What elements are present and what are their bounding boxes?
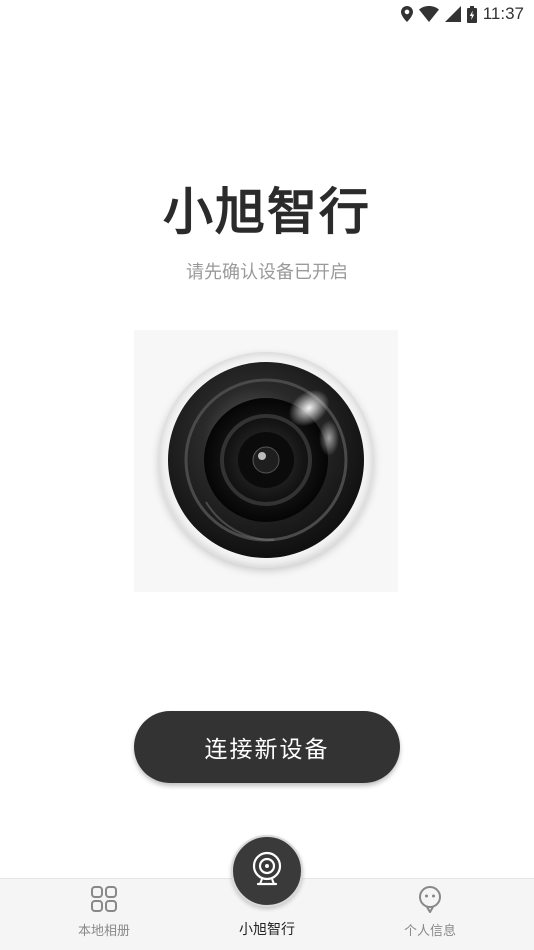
nav-item-profile[interactable]: 个人信息: [360, 879, 500, 950]
location-icon: [400, 6, 413, 22]
home-screen: 11:37 小旭智行 请先确认设备已开启 连接新设备 本地相册 小旭智行 个人信…: [0, 0, 534, 950]
nav-label-profile: 个人信息: [403, 924, 456, 939]
app-title: 小旭智行: [163, 183, 371, 241]
camera-lens-illustration: [134, 330, 398, 592]
battery-icon: [466, 5, 477, 23]
camera-lens-icon: [158, 352, 374, 568]
status-time: 11:37: [482, 4, 524, 23]
nav-label-local-album: 本地相册: [77, 924, 130, 939]
home-fab-button[interactable]: [231, 835, 303, 907]
connect-new-device-button[interactable]: 连接新设备: [134, 711, 400, 783]
device-prompt-subtitle: 请先确认设备已开启: [186, 262, 348, 283]
signal-icon: [444, 6, 461, 22]
status-bar: 11:37: [0, 0, 534, 28]
grid-icon: [90, 885, 118, 917]
nav-item-local-album[interactable]: 本地相册: [34, 879, 174, 950]
wifi-icon: [418, 6, 439, 22]
webcam-icon: [250, 851, 284, 891]
nav-label-home: 小旭智行: [239, 922, 295, 938]
profile-icon: [417, 885, 443, 917]
